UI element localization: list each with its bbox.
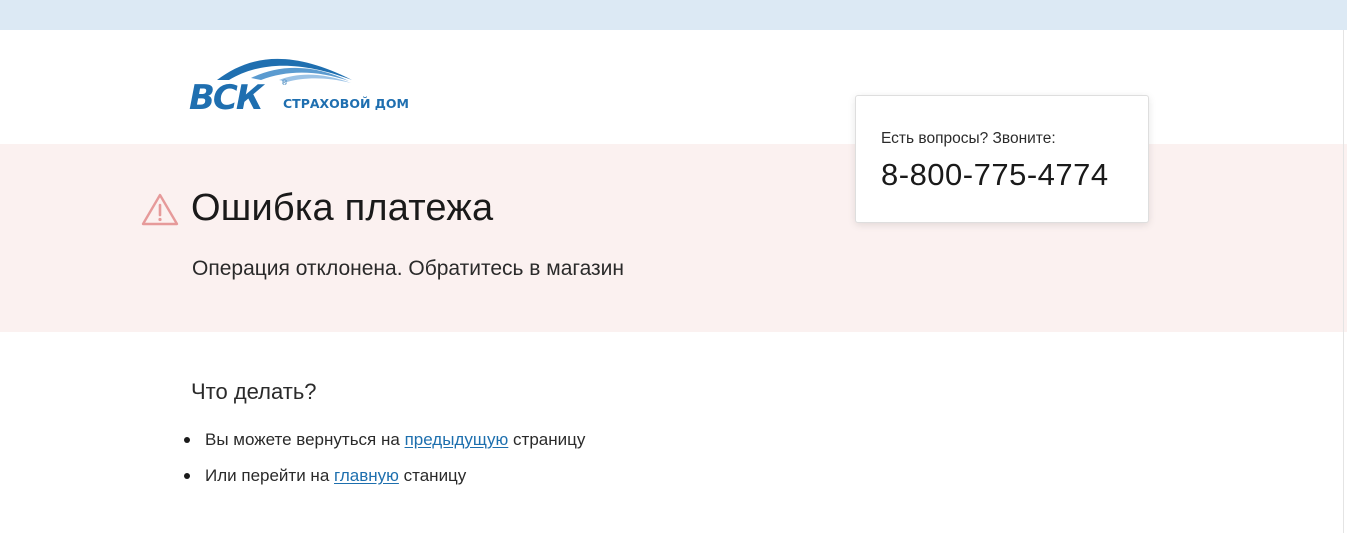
payment-error-page: ВСК ® СТРАХОВОЙ ДОМ Ошибка платежа Опера… bbox=[0, 0, 1347, 533]
help-steps-list: Вы можете вернуться на предыдущую страни… bbox=[183, 426, 585, 498]
help-step-back: Вы можете вернуться на предыдущую страни… bbox=[183, 426, 585, 462]
contact-label: Есть вопросы? Звоните: bbox=[881, 130, 1056, 147]
logo-graphic: ВСК ® СТРАХОВОЙ ДОМ bbox=[189, 58, 409, 114]
bullet-icon bbox=[184, 437, 190, 443]
help-step-text: Вы можете вернуться на bbox=[205, 430, 400, 449]
logo-registered-mark: ® bbox=[281, 79, 288, 87]
help-step-home: Или перейти на главную станицу bbox=[183, 462, 585, 498]
top-browser-strip bbox=[0, 0, 1347, 30]
error-title: Ошибка платежа bbox=[191, 187, 494, 229]
logo-brand-text: ВСК bbox=[189, 78, 266, 114]
contact-phone[interactable]: 8-800-775-4774 bbox=[881, 157, 1109, 193]
main-page-link[interactable]: главную bbox=[334, 466, 399, 485]
scrollbar-edge bbox=[1343, 30, 1344, 533]
logo-subtitle: СТРАХОВОЙ ДОМ bbox=[283, 96, 409, 111]
contact-card: Есть вопросы? Звоните: 8-800-775-4774 bbox=[855, 95, 1149, 223]
help-step-text: Или перейти на bbox=[205, 466, 330, 485]
what-to-do-heading: Что делать? bbox=[191, 379, 317, 404]
bullet-icon bbox=[184, 473, 190, 479]
help-step-text: станицу bbox=[403, 466, 467, 485]
warning-triangle-icon bbox=[141, 193, 179, 226]
error-message: Операция отклонена. Обратитесь в магазин bbox=[192, 257, 625, 280]
vsk-logo[interactable]: ВСК ® СТРАХОВОЙ ДОМ bbox=[189, 50, 419, 114]
help-step-text: страницу bbox=[513, 430, 586, 449]
previous-page-link[interactable]: предыдущую bbox=[405, 430, 509, 449]
